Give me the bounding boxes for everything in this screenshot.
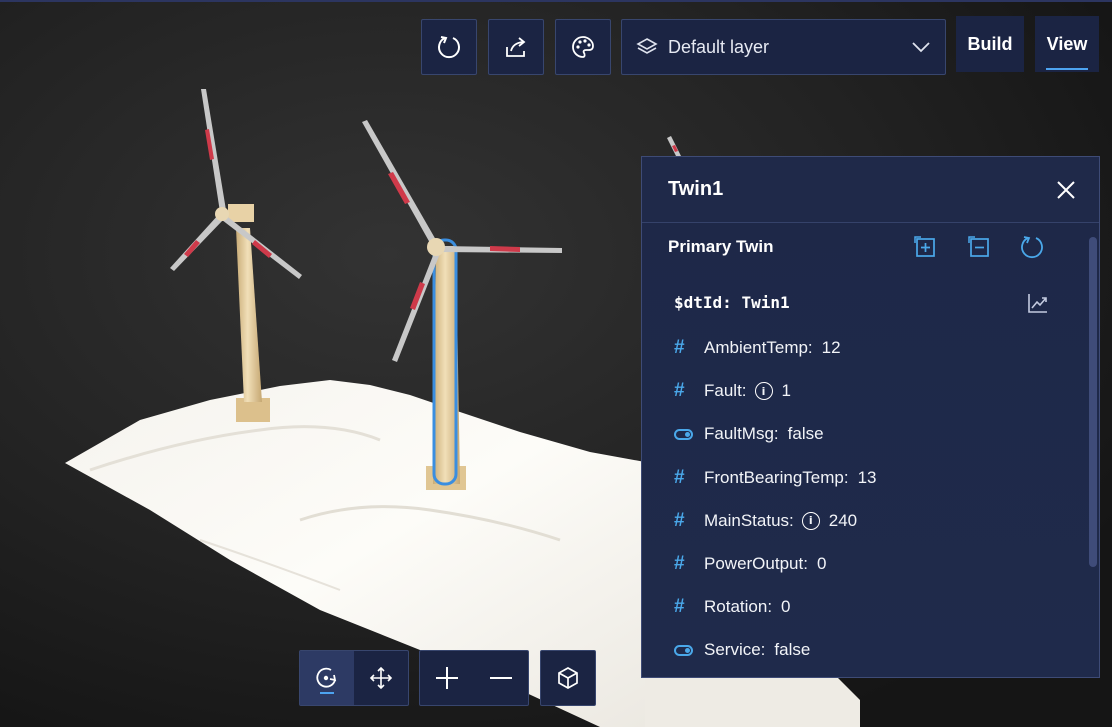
camera-mode-group bbox=[299, 650, 409, 706]
cube-icon bbox=[558, 667, 578, 689]
zoom-in-button[interactable] bbox=[420, 651, 474, 705]
toggle-type-icon bbox=[674, 428, 704, 440]
property-row: # MainStatus: i 240 bbox=[674, 509, 857, 533]
close-icon[interactable] bbox=[1055, 179, 1077, 201]
zoom-out-button[interactable] bbox=[474, 651, 528, 705]
property-row: FaultMsg: false bbox=[674, 422, 824, 446]
property-row: # Rotation: 0 bbox=[674, 595, 791, 619]
dtid-label: $dtId: bbox=[674, 293, 732, 312]
property-value: false bbox=[787, 424, 824, 444]
toggle-type-icon bbox=[674, 644, 704, 656]
property-row: # FrontBearingTemp: 13 bbox=[674, 466, 877, 490]
property-inspector-panel: Twin1 Primary Twin $dtId: Twin1 # Ambient… bbox=[641, 156, 1100, 678]
reset-camera-button[interactable] bbox=[421, 19, 477, 75]
rotate-icon bbox=[438, 36, 460, 59]
info-icon[interactable]: i bbox=[754, 382, 773, 401]
property-name: AmbientTemp: bbox=[704, 338, 813, 357]
orbit-mode-button[interactable] bbox=[300, 651, 354, 705]
zoom-out-icon bbox=[490, 677, 512, 679]
property-value: 13 bbox=[857, 467, 877, 487]
scrollbar[interactable] bbox=[1089, 237, 1097, 567]
property-name: PowerOutput: bbox=[704, 554, 808, 573]
dtid-row: $dtId: Twin1 bbox=[674, 293, 790, 312]
number-type-icon: # bbox=[674, 509, 685, 531]
chevron-down-icon bbox=[912, 42, 930, 53]
top-border bbox=[0, 0, 1112, 2]
property-name: Rotation: bbox=[704, 597, 773, 617]
panel-title: Twin1 bbox=[668, 178, 724, 200]
property-value: false bbox=[774, 640, 811, 660]
build-mode-button[interactable]: Build bbox=[956, 16, 1024, 72]
number-type-icon: # bbox=[674, 380, 685, 402]
dtid-value: Twin1 bbox=[741, 293, 790, 312]
property-row: # Fault: i 1 bbox=[674, 379, 791, 403]
property-name: FaultMsg: bbox=[704, 424, 779, 444]
view-cube-group bbox=[540, 650, 596, 706]
property-value: 0 bbox=[781, 597, 791, 617]
layer-dropdown[interactable]: Default layer bbox=[621, 19, 946, 75]
layers-icon bbox=[636, 38, 658, 54]
property-value: 240 bbox=[828, 510, 858, 530]
number-type-icon: # bbox=[674, 553, 685, 574]
expand-all-icon[interactable] bbox=[912, 234, 938, 260]
property-name: Service: bbox=[704, 640, 766, 660]
property-value: 0 bbox=[816, 554, 827, 573]
section-title: Primary Twin bbox=[668, 237, 774, 256]
number-type-icon: # bbox=[674, 596, 685, 618]
reset-view-button[interactable] bbox=[541, 651, 595, 705]
property-name: Fault: bbox=[704, 381, 747, 401]
pan-mode-button[interactable] bbox=[354, 651, 408, 705]
palette-icon bbox=[572, 36, 594, 58]
refresh-icon[interactable] bbox=[1019, 234, 1045, 260]
chart-icon[interactable] bbox=[1026, 291, 1050, 315]
property-name: MainStatus: bbox=[704, 510, 794, 530]
info-icon[interactable]: i bbox=[801, 511, 820, 530]
zoom-group bbox=[419, 650, 529, 706]
share-button[interactable] bbox=[488, 19, 544, 75]
pan-icon bbox=[369, 666, 393, 690]
property-name: FrontBearingTemp: bbox=[704, 467, 849, 487]
number-type-icon: # bbox=[674, 337, 685, 358]
number-type-icon: # bbox=[674, 466, 685, 488]
collapse-all-icon[interactable] bbox=[966, 234, 992, 260]
property-value: 12 bbox=[821, 338, 841, 357]
layer-dropdown-value: Default layer bbox=[668, 36, 770, 57]
theme-button[interactable] bbox=[555, 19, 611, 75]
zoom-in-icon bbox=[436, 667, 458, 689]
view-mode-button[interactable]: View bbox=[1035, 16, 1099, 72]
panel-header: Twin1 bbox=[642, 157, 1099, 223]
property-row: Service: false bbox=[674, 638, 810, 662]
property-value: 1 bbox=[781, 381, 791, 401]
property-row: # PowerOutput: 0 bbox=[674, 552, 826, 576]
share-icon bbox=[506, 37, 526, 57]
orbit-icon bbox=[316, 667, 337, 688]
property-row: # AmbientTemp: 12 bbox=[674, 336, 841, 360]
